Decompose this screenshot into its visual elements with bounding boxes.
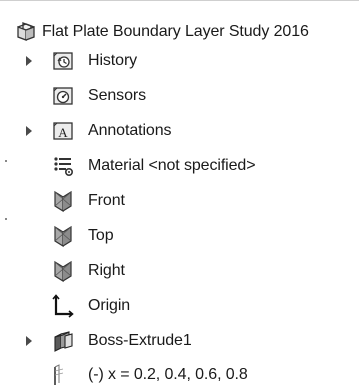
tree-item-label: Front (88, 192, 125, 209)
tree-item-label: Sensors (88, 87, 146, 104)
tree-item-boss-extrude1[interactable]: Boss-Extrude1 (0, 326, 359, 356)
plane-icon (51, 259, 75, 283)
tree-item-sensors[interactable]: Sensors (0, 81, 359, 111)
expand-arrow-icon[interactable] (26, 56, 32, 66)
tree-item-label: History (88, 52, 138, 69)
tree-item-front-plane[interactable]: Front (0, 186, 359, 216)
expand-arrow-icon[interactable] (26, 336, 32, 346)
history-icon (51, 49, 75, 73)
material-icon (51, 154, 75, 178)
tree-item-label: Top (88, 227, 114, 244)
tree-item-origin[interactable]: Origin (0, 291, 359, 321)
annotations-icon: A (51, 119, 75, 143)
tree-root-label: Flat Plate Boundary Layer Study 2016 (42, 23, 309, 40)
tree-item-history[interactable]: History (0, 46, 359, 76)
plane-icon (51, 189, 75, 213)
tree-item-sketch[interactable]: (-) x = 0.2, 0.4, 0.6, 0.8 (0, 360, 359, 387)
tree-item-label: (-) x = 0.2, 0.4, 0.6, 0.8 (88, 366, 248, 383)
feature-manager-tree: Flat Plate Boundary Layer Study 2016 His… (0, 0, 359, 387)
tree-guide-dot (5, 160, 7, 162)
origin-icon (51, 294, 75, 318)
tree-item-annotations[interactable]: A Annotations (0, 116, 359, 146)
sensors-icon (51, 84, 75, 108)
tree-item-top-plane[interactable]: Top (0, 221, 359, 251)
tree-item-label: Right (88, 262, 125, 279)
tree-item-label: Origin (88, 297, 131, 314)
tree-guide-dot (5, 218, 7, 220)
tree-item-right-plane[interactable]: Right (0, 256, 359, 286)
tree-item-label: Boss-Extrude1 (88, 332, 192, 349)
tree-item-label: Material <not specified> (88, 157, 256, 174)
expand-arrow-icon[interactable] (26, 126, 32, 136)
tree-item-material[interactable]: Material <not specified> (0, 151, 359, 181)
tree-root-part[interactable]: Flat Plate Boundary Layer Study 2016 (0, 17, 359, 47)
tree-item-label: Annotations (88, 122, 172, 139)
part-icon (14, 20, 38, 44)
svg-text:A: A (58, 125, 68, 140)
sketch-icon (51, 363, 75, 387)
top-border (0, 0, 359, 1)
plane-icon (51, 224, 75, 248)
extrude-icon (51, 329, 75, 353)
